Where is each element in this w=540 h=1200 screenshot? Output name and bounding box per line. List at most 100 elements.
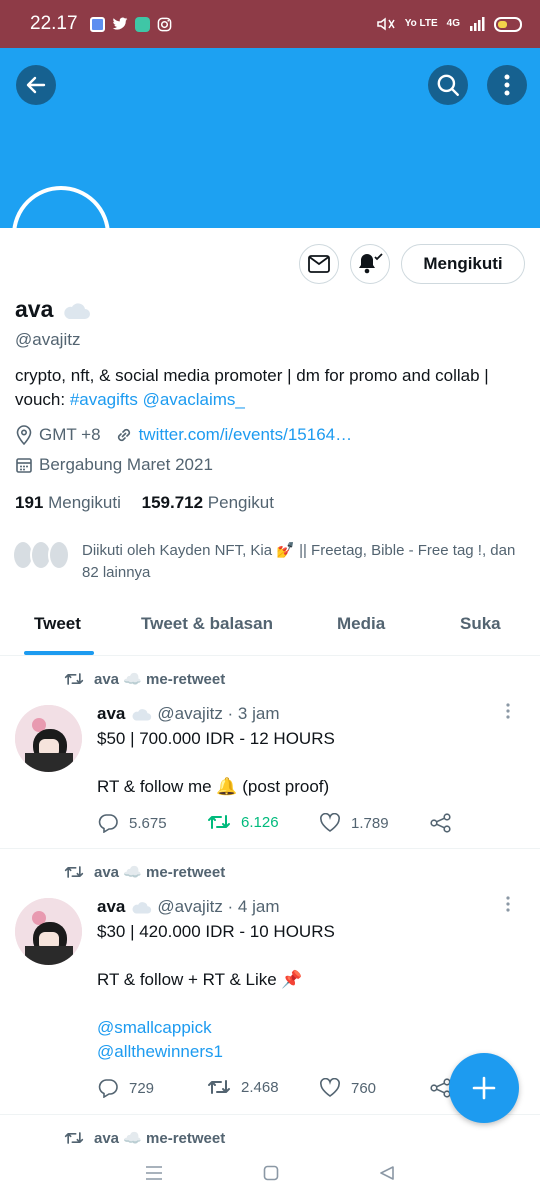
battery-icon [494,16,522,32]
tab-media[interactable]: Media [337,614,385,634]
compose-tweet-button[interactable] [449,1053,519,1123]
search-button[interactable] [428,65,468,105]
tweet-header: ava @avajitz · 3 jam [97,704,280,724]
tweet-mention-link[interactable]: @smallcappick [97,1016,517,1040]
profile-name-text: ava [15,296,54,322]
retweet-label-text: ava ☁️ me-retweet [94,1130,226,1147]
followers-count: 159.712 [141,493,204,512]
cloud-icon [132,709,152,721]
reply-button[interactable]: 5.675 [97,813,167,833]
tweet-author-name[interactable]: ava [97,897,125,917]
reply-count: 729 [129,1079,155,1097]
link-icon [117,428,130,442]
more-options-button[interactable] [487,65,527,105]
more-vertical-icon [506,703,510,719]
profile-meta-row: GMT +8 twitter.com/i/events/15164… [15,425,352,445]
retweet-label-text: ava ☁️ me-retweet [94,864,226,881]
like-button[interactable]: 1.789 [319,813,389,833]
tweet-avatar[interactable] [15,898,82,965]
tweet-line: $50 | 700.000 IDR - 12 HOURS [97,729,335,748]
tab-tweets-replies[interactable]: Tweet & balasan [141,614,273,634]
tweet-item[interactable]: ava ☁️ me-retweet ava @avajitz · 3 jam $… [0,657,540,849]
notifications-button[interactable] [350,244,390,284]
retweet-count: 6.126 [241,813,279,831]
following-count: 191 [15,493,44,512]
profile-bio: crypto, nft, & social media promoter | d… [15,364,530,412]
retweet-icon [64,866,84,878]
status-bar: 22.17 Yo LTE 4G [0,0,540,48]
profile-handle: @avajitz [15,330,81,349]
followers-label: Pengikut [207,493,274,512]
tweet-line: RT & follow me 🔔 (post proof) [97,777,330,796]
profile-website-link[interactable]: twitter.com/i/events/15164… [139,425,353,445]
system-nav-bar [0,1146,540,1200]
like-count: 1.789 [351,814,389,832]
tweet-line: $30 | 420.000 IDR - 10 HOURS [97,922,335,941]
retweet-count: 2.468 [241,1078,279,1096]
bio-hashtag-link[interactable]: #avagifts [70,390,138,409]
heart-icon [320,1078,340,1097]
like-button[interactable]: 760 [319,1078,376,1098]
network-gen-label: 4G [446,18,460,29]
tweet-handle-time: @avajitz · 3 jam [157,704,280,723]
message-app-icon [134,16,150,32]
reply-count: 5.675 [129,814,167,832]
tweet-more-button[interactable] [505,703,525,723]
tweet-author-name[interactable]: ava [97,704,125,724]
cloud-icon [64,302,91,319]
follower-avatar [48,540,70,570]
tab-likes[interactable]: Suka [460,614,501,634]
retweet-icon [208,815,230,829]
tweet-item[interactable]: ava ☁️ me-retweet [0,1116,540,1147]
tweet-avatar[interactable] [15,705,82,772]
plus-icon [472,1076,496,1100]
avatar-image [15,705,82,772]
tweet-mention-link[interactable]: @allthewinners1 [97,1040,517,1064]
tab-tweets[interactable]: Tweet [34,614,81,634]
tweet-more-button[interactable] [505,896,525,916]
bio-mention-link[interactable]: @avaclaims_ [143,390,245,409]
home-nav-icon[interactable] [263,1165,279,1181]
retweet-button[interactable]: 6.126 [207,813,279,831]
retweet-label: ava ☁️ me-retweet [64,1129,225,1147]
following-stat[interactable]: 191 Mengikuti [15,493,121,512]
like-count: 760 [351,1079,377,1097]
message-button[interactable] [299,244,339,284]
instagram-icon [157,17,171,31]
search-icon [437,74,459,96]
twitter-icon [112,17,127,30]
reply-icon [98,814,118,833]
more-vertical-icon [506,896,510,912]
reply-icon [98,1079,118,1098]
app-notification-icon [89,16,105,32]
profile-location: GMT +8 [39,425,101,444]
followed-by-row[interactable]: Diikuti oleh Kayden NFT, Kia 💅 || Freeta… [12,540,522,584]
retweet-label-text: ava ☁️ me-retweet [94,671,226,688]
mute-icon [376,17,395,31]
avatar-image [15,898,82,965]
profile-joined: Bergabung Maret 2021 [39,455,213,474]
tweet-line: RT & follow + RT & Like 📌 [97,970,303,989]
following-button[interactable]: Mengikuti [401,244,525,284]
followed-by-text: Diikuti oleh Kayden NFT, Kia 💅 || Freeta… [82,542,516,581]
share-icon [430,813,451,833]
retweet-label: ava ☁️ me-retweet [64,863,225,881]
followers-stat[interactable]: 159.712 Pengikut [142,493,274,512]
notification-icons [89,16,172,32]
heart-icon [320,813,340,832]
retweet-icon [208,1080,230,1094]
tweet-handle-time: @avajitz · 4 jam [157,897,280,916]
tweet-spacer [97,992,517,1016]
system-icons: Yo LTE 4G [376,16,522,32]
calendar-icon [16,458,32,473]
reply-button[interactable]: 729 [97,1078,154,1098]
tweet-header: ava @avajitz · 4 jam [97,897,280,917]
back-button[interactable] [16,65,56,105]
status-time: 22.17 [30,13,78,34]
profile-stats: 191 Mengikuti 159.712 Pengikut [15,493,274,513]
cloud-icon [132,902,152,914]
retweet-button[interactable]: 2.468 [207,1078,279,1096]
share-button[interactable] [430,813,452,833]
back-nav-icon[interactable] [379,1165,395,1181]
menu-nav-icon[interactable] [145,1165,163,1181]
